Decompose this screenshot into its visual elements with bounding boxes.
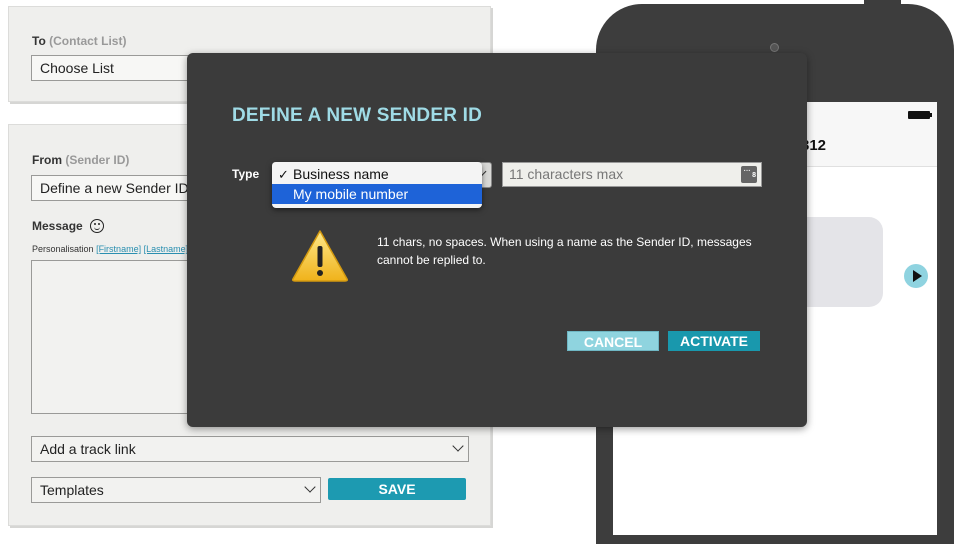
phone-camera: [770, 43, 779, 52]
to-label-hint: (Contact List): [49, 34, 127, 48]
type-option-mobile-number[interactable]: My mobile number: [272, 184, 482, 204]
sender-id-select-value: Define a new Sender ID: [40, 180, 189, 196]
character-counter-icon: [741, 163, 757, 183]
sender-id-modal: DEFINE A NEW SENDER ID Type ✓ Business na…: [187, 53, 807, 427]
warning-icon: [292, 230, 348, 282]
from-label-text: From: [32, 153, 62, 167]
personalisation-label: Personalisation: [32, 244, 94, 254]
save-button[interactable]: SAVE: [328, 478, 466, 500]
chevron-down-icon: [304, 481, 316, 493]
warning-message: 11 chars, no spaces. When using a name a…: [377, 235, 752, 267]
track-link-select[interactable]: Add a track link: [31, 436, 469, 462]
type-dropdown-menu: ✓ Business name My mobile number: [272, 162, 482, 208]
from-label-hint: (Sender ID): [65, 153, 130, 167]
templates-select-value: Templates: [40, 482, 104, 498]
message-textarea[interactable]: [31, 260, 201, 414]
activate-button[interactable]: ACTIVATE: [668, 331, 760, 351]
type-option-label: My mobile number: [293, 186, 409, 202]
sender-name-placeholder: 11 characters max: [509, 166, 624, 182]
cancel-button[interactable]: CANCEL: [567, 331, 659, 351]
firstname-tag-link[interactable]: [Firstname]: [96, 244, 141, 254]
from-label: From (Sender ID): [32, 153, 129, 167]
play-icon[interactable]: [904, 264, 928, 288]
sender-name-input[interactable]: 11 characters max: [502, 162, 762, 187]
contact-list-select-value: Choose List: [40, 60, 114, 76]
personalisation-row: Personalisation [Firstname] [Lastname]: [32, 244, 188, 254]
battery-icon: [908, 111, 932, 119]
to-label-text: To: [32, 34, 46, 48]
contact-list-select[interactable]: Choose List: [31, 55, 201, 81]
message-label: Message: [32, 219, 105, 233]
type-label: Type: [232, 167, 260, 181]
sender-id-select[interactable]: Define a new Sender ID: [31, 175, 201, 201]
templates-select[interactable]: Templates: [31, 477, 321, 503]
type-option-label: Business name: [293, 166, 389, 182]
phone-side-button: [864, 0, 901, 5]
chevron-down-icon: [452, 440, 464, 452]
to-label: To (Contact List): [32, 34, 126, 48]
checkmark-icon: ✓: [278, 167, 289, 182]
type-option-business-name[interactable]: ✓ Business name: [272, 164, 482, 184]
modal-title: DEFINE A NEW SENDER ID: [232, 105, 483, 126]
message-label-text: Message: [32, 219, 83, 233]
emoji-smiley-icon[interactable]: [90, 219, 105, 233]
track-link-select-value: Add a track link: [40, 441, 136, 457]
lastname-tag-link[interactable]: [Lastname]: [144, 244, 189, 254]
